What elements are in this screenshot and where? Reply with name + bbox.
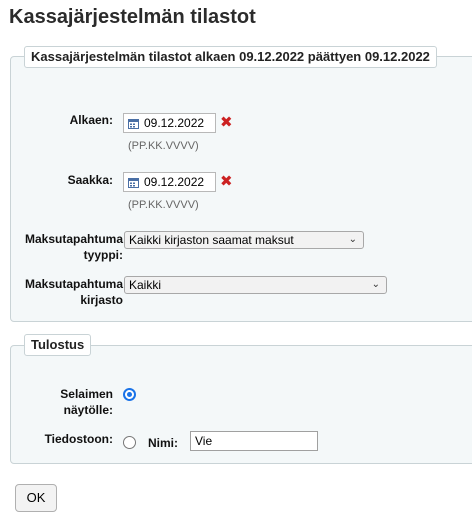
ok-button[interactable]: OK: [15, 484, 57, 512]
clear-icon[interactable]: ✖: [220, 115, 233, 131]
library-selected: Kaikki: [129, 278, 162, 292]
output-legend: Tulostus: [24, 334, 92, 356]
file-name-input[interactable]: Vie: [190, 431, 318, 451]
library-label-line1: Maksutapahtuma: [24, 277, 123, 291]
from-date-value: 09.12.2022: [144, 116, 205, 130]
type-selected: Kaikki kirjaston saamat maksut: [129, 233, 294, 247]
file-name-label: Nimi:: [148, 436, 178, 450]
from-date-input[interactable]: 09.12.2022: [123, 113, 216, 133]
calendar-icon[interactable]: [128, 118, 139, 129]
type-select[interactable]: Kaikki kirjaston saamat maksut ⌄: [124, 231, 364, 249]
library-select[interactable]: Kaikki ⌄: [124, 276, 387, 294]
filters-legend: Kassajärjestelmän tilastot alkaen 09.12.…: [24, 46, 437, 68]
to-date-value: 09.12.2022: [144, 175, 205, 189]
to-date-input[interactable]: 09.12.2022: [123, 172, 216, 192]
page-title: Kassajärjestelmän tilastot: [9, 6, 256, 28]
library-label: Maksutapahtuma kirjasto: [14, 276, 123, 308]
browser-label: Selaimen näytölle:: [40, 386, 113, 418]
file-radio[interactable]: [123, 436, 136, 449]
type-label-line2: tyyppi:: [83, 248, 123, 262]
browser-label-line1: Selaimen: [60, 387, 113, 401]
calendar-icon[interactable]: [128, 177, 139, 188]
type-label-line1: Maksutapahtuma: [24, 232, 123, 246]
browser-label-line2: näytölle:: [63, 403, 113, 417]
chevron-down-icon: ⌄: [371, 279, 380, 290]
to-date-format-hint: (PP.KK.VVVV): [128, 199, 199, 211]
to-date-label: Saakka:: [67, 173, 113, 187]
clear-icon[interactable]: ✖: [220, 174, 233, 190]
from-date-label: Alkaen:: [69, 113, 113, 127]
chevron-down-icon: ⌄: [348, 234, 357, 245]
browser-radio[interactable]: [123, 388, 136, 401]
file-label: Tiedostoon:: [44, 432, 113, 446]
library-label-line2: kirjasto: [80, 293, 123, 307]
type-label: Maksutapahtuma tyyppi:: [14, 231, 123, 263]
from-date-format-hint: (PP.KK.VVVV): [128, 140, 199, 152]
